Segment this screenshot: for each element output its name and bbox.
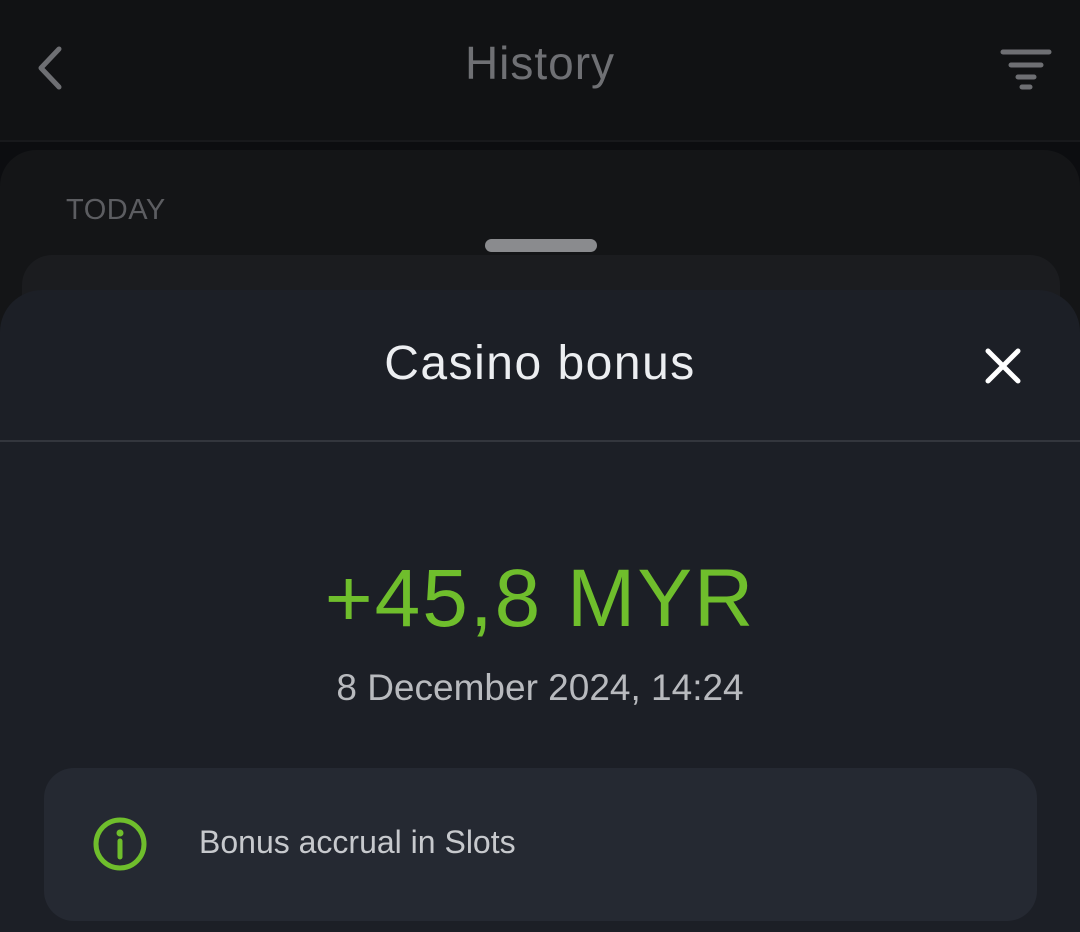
section-label-today: TODAY <box>66 194 166 226</box>
transaction-amount: +45,8 MYR <box>324 553 756 644</box>
sheet-drag-handle[interactable] <box>485 239 597 252</box>
filter-icon <box>1000 49 1052 90</box>
app-header: History <box>0 0 1080 142</box>
sheet-title: Casino bonus <box>384 337 696 390</box>
transaction-datetime: 8 December 2024, 14:24 <box>336 667 744 708</box>
transaction-detail-sheet: Casino bonus +45,8 MYR 8 December 2024, … <box>0 290 1080 932</box>
info-box: Bonus accrual in Slots <box>44 768 1037 921</box>
sheet-header: Casino bonus <box>0 290 1080 442</box>
screen: History TODAY Casino bonus +45,8 MYR 8 D… <box>0 0 1080 932</box>
filter-button[interactable] <box>996 40 1056 96</box>
info-icon <box>93 817 147 871</box>
close-icon <box>985 348 1021 384</box>
close-button[interactable] <box>982 345 1024 387</box>
page-title: History <box>464 37 616 89</box>
info-text: Bonus accrual in Slots <box>199 824 516 860</box>
